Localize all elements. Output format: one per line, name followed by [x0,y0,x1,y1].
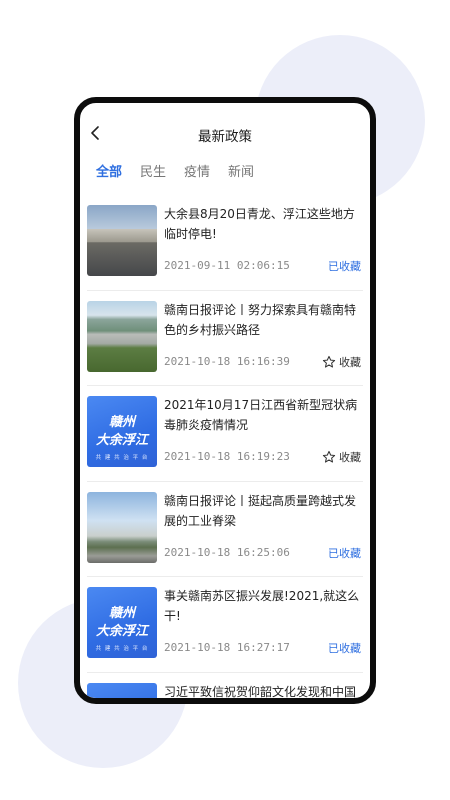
tab-news[interactable]: 新闻 [228,161,254,180]
article-title: 事关赣南苏区振兴发展!2021,就这么干! [164,589,360,623]
favorite-label: 已收藏 [328,642,361,655]
thumbnail-brand-line1: 赣州 [108,415,135,430]
favorite-button[interactable]: 已收藏 [328,545,361,561]
favorite-button[interactable]: 收藏 [322,354,361,370]
article-title: 赣南日报评论丨努力探索具有赣南特色的乡村振兴路径 [164,302,357,337]
article-date: 2021-09-11 02:06:15 [164,259,290,272]
page-title: 最新政策 [198,129,252,145]
tab-epidemic[interactable]: 疫情 [184,161,210,180]
favorite-button[interactable]: 已收藏 [328,640,361,656]
star-outline-icon [322,450,336,463]
article-title: 习近平致信祝贺仰韶文化发现和中国 [164,684,357,699]
article-thumbnail [87,300,157,372]
list-item[interactable]: 赣州 大余浮江 共 建 共 治 平 台 事关赣南苏区振兴发展!2021,就这么干… [87,577,363,673]
article-date: 2021-10-18 16:19:23 [164,450,290,463]
tab-all[interactable]: 全部 [96,161,122,180]
article-date: 2021-10-18 16:27:17 [164,641,290,654]
favorite-button[interactable]: 收藏 [322,449,361,465]
thumbnail-brand-sub: 共 建 共 治 平 台 [95,646,149,652]
tab-livelihood[interactable]: 民生 [140,161,166,180]
nav-bar: 最新政策 [80,103,370,155]
thumbnail-brand-sub: 共 建 共 治 平 台 [95,455,149,461]
thumbnail-brand-line1: 赣州 [108,606,135,621]
list-item[interactable]: 赣州 大余浮江 共 建 共 治 平 台 2021年10月17日江西省新型冠状病毒… [87,386,363,482]
article-title: 赣南日报评论丨挺起高质量跨越式发展的工业脊梁 [164,493,357,528]
article-title: 大余县8月20日青龙、浮江这些地方临时停电! [164,207,355,241]
favorite-label: 已收藏 [328,546,361,560]
phone-frame: 最新政策 全部 民生 疫情 新闻 大余县8月20日青龙、浮江这些地方临时停电! … [74,97,376,704]
star-outline-icon [322,355,336,368]
article-list: 大余县8月20日青龙、浮江这些地方临时停电! 2021-09-11 02:06:… [87,195,363,699]
category-tabs: 全部 民生 疫情 新闻 [96,161,272,180]
favorite-label: 收藏 [339,355,361,369]
list-item[interactable]: 赣南日报评论丨挺起高质量跨越式发展的工业脊梁 2021-10-18 16:25:… [87,482,363,577]
article-thumbnail [87,205,157,276]
list-item[interactable]: 赣南日报评论丨努力探索具有赣南特色的乡村振兴路径 2021-10-18 16:1… [87,291,363,386]
article-thumbnail [87,491,157,563]
thumbnail-brand-line2: 大余浮江 [95,433,148,448]
list-item[interactable]: 习近平致信祝贺仰韶文化发现和中国 [87,673,363,699]
article-date: 2021-10-18 16:25:06 [164,545,290,559]
favorite-label: 已收藏 [328,260,361,273]
favorite-label: 收藏 [339,451,361,464]
list-item[interactable]: 大余县8月20日青龙、浮江这些地方临时停电! 2021-09-11 02:06:… [87,195,363,291]
article-title: 2021年10月17日江西省新型冠状病毒肺炎疫情情况 [164,398,358,432]
favorite-button[interactable]: 已收藏 [328,258,361,274]
article-thumbnail: 赣州 大余浮江 共 建 共 治 平 台 [87,587,157,658]
article-date: 2021-10-18 16:16:39 [164,354,290,368]
article-thumbnail: 赣州 大余浮江 共 建 共 治 平 台 [87,396,157,467]
thumbnail-brand-line2: 大余浮江 [95,624,148,639]
article-thumbnail [87,682,157,698]
